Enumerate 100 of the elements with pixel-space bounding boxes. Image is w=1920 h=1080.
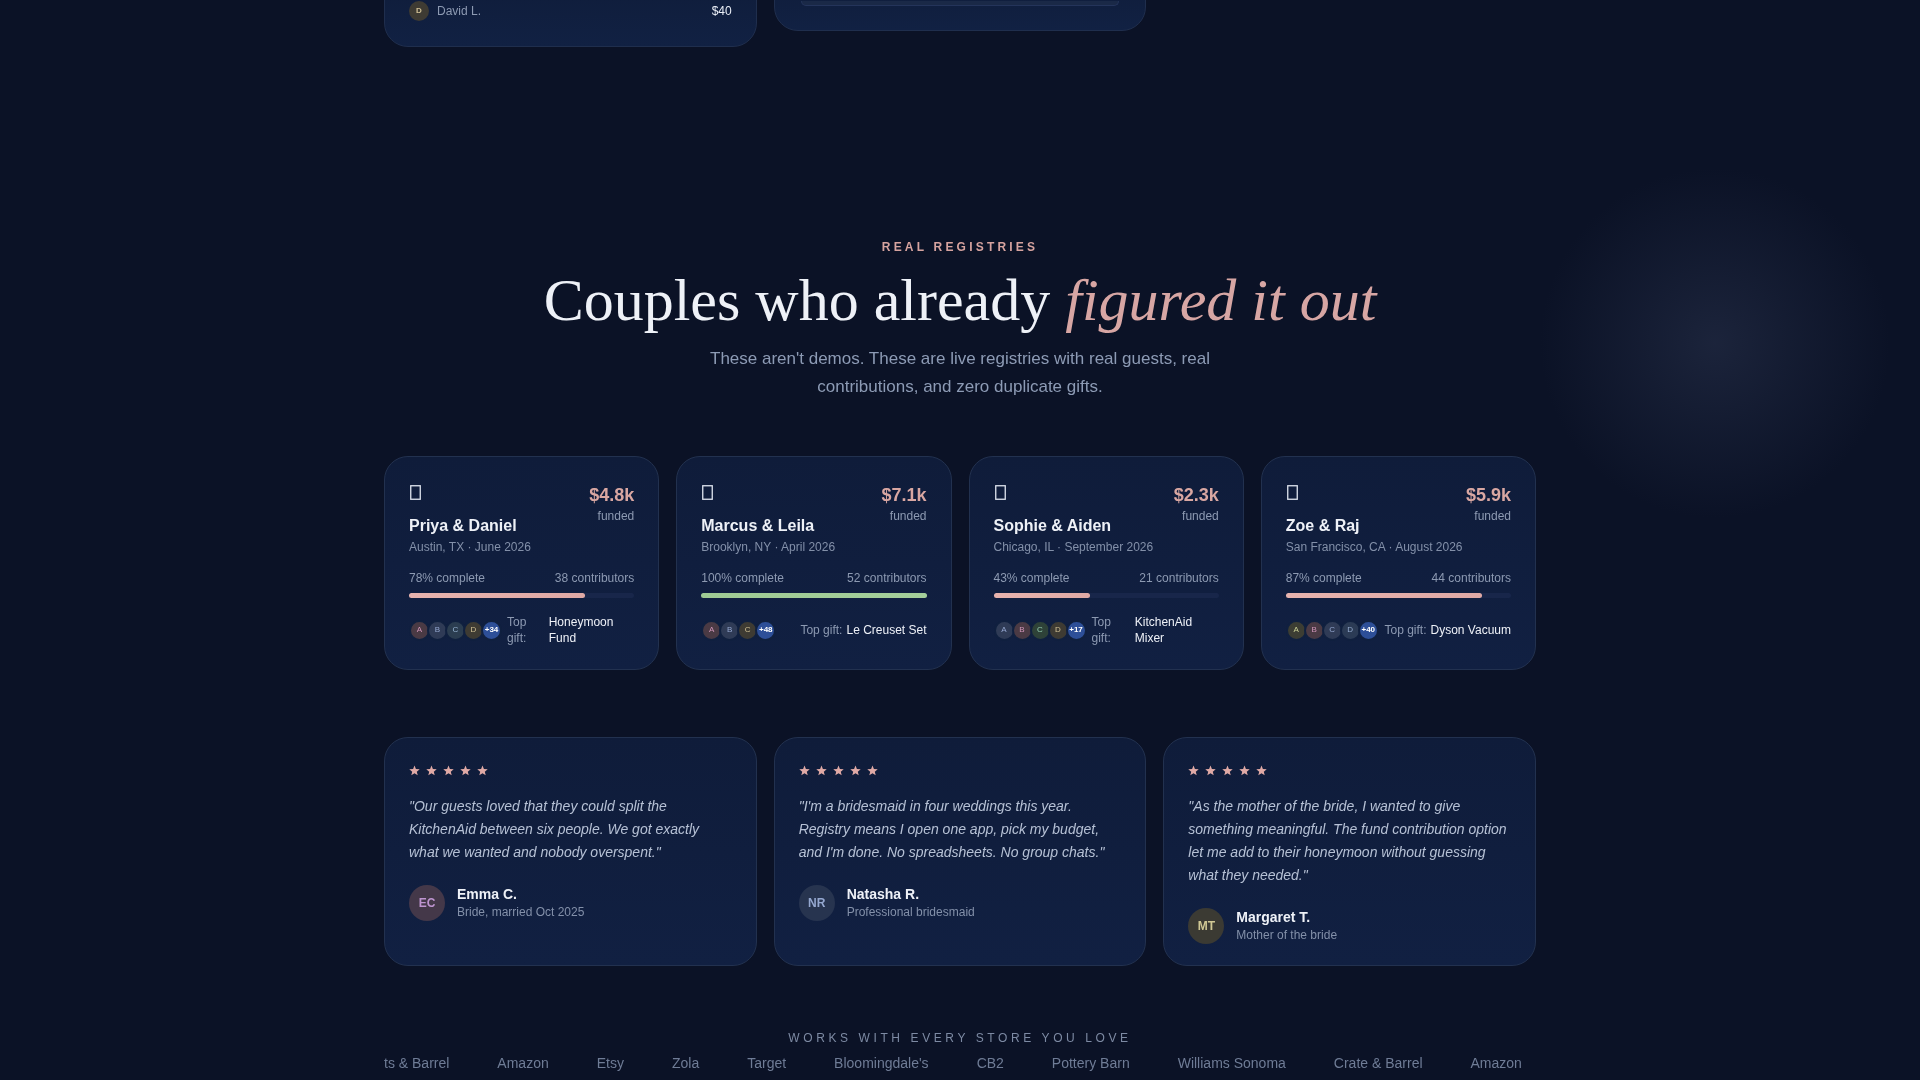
avatar: B — [1011, 619, 1033, 641]
star-icon — [832, 764, 844, 776]
funded-amount: $7.1k — [881, 484, 927, 506]
couple-name: Zoe & Raj — [1285, 516, 1361, 536]
avatar: A — [701, 619, 723, 641]
gift-label: Top gift: — [507, 614, 528, 646]
star-icon — [409, 764, 420, 776]
more-count: +34 — [481, 619, 502, 641]
gift-name: KitchenAid Mixer — [1134, 614, 1194, 646]
empty-glyph-icon — [410, 485, 421, 500]
funded-amount: $4.8k — [589, 484, 635, 506]
testimonial-quote: "I'm a bridesmaid in four weddings this year. Registry means I open one app, pick my budget, and I'm done. No spreadsheets. No group chats." — [798, 797, 1106, 862]
avatar: A — [1285, 619, 1307, 641]
section-eyebrow: REAL REGISTRIES — [880, 239, 1040, 255]
progress-percent: 78% complete — [409, 570, 486, 586]
funded-label: funded — [888, 508, 927, 524]
store-name: Amazon — [1470, 1055, 1522, 1072]
store-name: Etsy — [596, 1055, 624, 1072]
avatar: C — [737, 619, 759, 641]
more-count: +40 — [1357, 619, 1379, 641]
avatar: C — [1321, 619, 1343, 641]
couple-name: Sophie & Aiden — [993, 516, 1113, 536]
star-icon — [460, 764, 471, 776]
author-name: Margaret T. — [1236, 909, 1312, 926]
section-heading: Couples who already figured it out — [542, 266, 1379, 335]
more-count: +17 — [1065, 619, 1087, 641]
contributor-avatar: D — [409, 1, 429, 21]
funded-amount: $5.9k — [1465, 484, 1511, 506]
star-icon — [1256, 764, 1268, 776]
registry-location: Brooklyn, NY · April 2026 — [701, 539, 836, 555]
more-count: +48 — [755, 619, 777, 641]
store-name: Crate & Barrel — [1333, 1055, 1423, 1072]
store-name: Williams Sonoma — [1177, 1055, 1286, 1072]
funded-label: funded — [1473, 508, 1511, 524]
contributor-count: 52 contributors — [847, 570, 927, 586]
store-name: Pottery Barn — [1051, 1055, 1130, 1072]
gift-name: Dyson Vacuum — [1430, 622, 1511, 638]
author-role: Professional bridesmaid — [846, 904, 975, 920]
store-name: ts & Barrel — [384, 1055, 450, 1072]
gift-label: Top gift: — [800, 622, 843, 638]
gift-label: Top gift: — [1384, 622, 1427, 638]
gift-name: Le Creuset Set — [846, 622, 927, 638]
avatar: C — [445, 619, 466, 641]
couple-name: Priya & Daniel — [409, 516, 518, 536]
avatar: C — [1029, 619, 1051, 641]
contributor-count: 21 contributors — [1139, 570, 1219, 586]
testimonial-quote: "As the mother of the bride, I wanted to give something meaningful. The fund contribution option let me add to their honeymoon without guessing what they needed." — [1188, 797, 1508, 885]
star-icon — [815, 764, 827, 776]
avatar: A — [409, 619, 430, 641]
author-avatar: EC — [409, 885, 445, 921]
store-name: Bloomingdale's — [834, 1055, 929, 1072]
contributor-name: David L. — [437, 3, 482, 20]
author-avatar: MT — [1188, 908, 1225, 944]
avatar: B — [719, 619, 741, 641]
testimonial-quote: "Our guests loved that they could split the KitchenAid between six people. We got exactly what we wanted and nobody overspent." — [409, 797, 701, 862]
funded-amount: $2.3k — [1173, 484, 1219, 506]
avatar: D — [463, 619, 484, 641]
star-icon — [849, 764, 861, 776]
progress-percent: 100% complete — [701, 570, 784, 586]
progress-percent: 43% complete — [993, 570, 1070, 586]
star-icon — [798, 764, 810, 776]
avatar: B — [1303, 619, 1325, 641]
gift-label: Top gift: — [1091, 614, 1112, 646]
empty-glyph-icon — [994, 485, 1006, 500]
registry-location: San Francisco, CA · August 2026 — [1285, 539, 1463, 555]
registry-location: Austin, TX · June 2026 — [409, 539, 531, 555]
author-role: Bride, married Oct 2025 — [457, 904, 585, 920]
star-icon — [1188, 764, 1200, 776]
star-icon — [443, 764, 454, 776]
gift-name: Honeymoon Fund — [548, 614, 615, 646]
empty-glyph-icon — [702, 485, 714, 500]
author-name: Emma C. — [457, 886, 518, 903]
empty-glyph-icon — [1286, 485, 1298, 500]
avatar: A — [993, 619, 1015, 641]
stores-heading: WORKS WITH EVERY STORE YOU LOVE — [787, 1030, 1133, 1046]
author-name: Natasha R. — [846, 886, 920, 903]
couple-name: Marcus & Leila — [701, 516, 816, 536]
store-name: CB2 — [976, 1055, 1004, 1072]
store-name: Amazon — [497, 1055, 549, 1072]
author-avatar: NR — [798, 885, 835, 921]
section-subtitle: These aren't demos. These are live registries with real guests, real contributions, and zero duplicate gifts. — [709, 348, 1211, 398]
star-icon — [1239, 764, 1251, 776]
avatar: D — [1047, 619, 1069, 641]
contribution-amount: $40 — [711, 3, 732, 20]
star-icon — [1222, 764, 1234, 776]
star-icon — [426, 764, 437, 776]
contributor-count: 38 contributors — [554, 570, 635, 586]
star-icon — [477, 764, 488, 776]
funded-label: funded — [596, 508, 635, 524]
funded-label: funded — [1181, 508, 1219, 524]
store-name: Zola — [671, 1055, 700, 1072]
avatar: B — [427, 619, 448, 641]
store-name: Target — [747, 1055, 787, 1072]
progress-percent: 87% complete — [1285, 570, 1362, 586]
contributor-count: 44 contributors — [1431, 570, 1511, 586]
author-role: Mother of the bride — [1236, 927, 1338, 943]
star-icon — [1205, 764, 1217, 776]
avatar: D — [1339, 619, 1361, 641]
registry-location: Chicago, IL · September 2026 — [993, 539, 1154, 555]
star-icon — [866, 764, 878, 776]
